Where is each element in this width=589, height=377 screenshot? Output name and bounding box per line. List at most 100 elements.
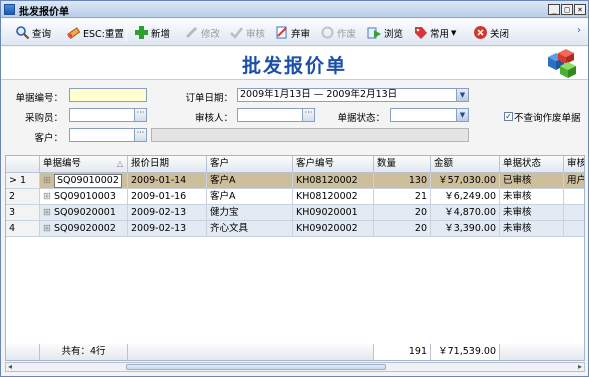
doc-no-input[interactable] (69, 88, 147, 102)
auditor-input[interactable]: ··· (237, 108, 315, 122)
void-button[interactable]: 作废 (319, 22, 356, 43)
scroll-right-arrow-icon[interactable]: ▸ (578, 362, 582, 371)
browse-button[interactable]: 浏览 (366, 22, 403, 43)
add-button[interactable]: 新增 (133, 22, 170, 43)
void-icon (319, 25, 335, 41)
customer-code-cell: KH09020001 (293, 205, 374, 221)
column-header-qty[interactable]: 数量 (374, 156, 431, 173)
buyer-input[interactable]: ··· (69, 108, 147, 122)
order-date-label: 订单日期： (185, 93, 233, 104)
table-row[interactable]: 3 ⊞ SQ09020001 2009-02-13 健力宝 KH09020001… (6, 205, 584, 221)
order-date-range-input[interactable]: 2009年1月13日 — 2009年2月13日 ▼ (237, 88, 469, 102)
auditor-lookup-button[interactable]: ··· (302, 109, 314, 121)
customer-name-display (151, 128, 469, 142)
customer-cell: 客户A (207, 189, 293, 205)
toolbar: 查询 ESC:重置 新增 修改 审核 弃审 作废 浏览 常用 ▼ 关闭 › (1, 19, 588, 46)
doc-no-cell[interactable]: ⊞ SQ09010003 (40, 189, 128, 205)
exclude-void-label: 不查询作废单据 (514, 113, 581, 124)
minimize-button[interactable]: _ (548, 4, 560, 15)
customer-lookup-button[interactable]: ··· (134, 129, 146, 141)
footer-blank (128, 344, 374, 360)
toolbar-overflow-arrow[interactable]: › (577, 25, 587, 43)
column-header-audit[interactable]: 审核 (564, 156, 584, 173)
status-cell: 未审核 (500, 189, 564, 205)
status-select[interactable]: ▼ (390, 108, 469, 122)
date-cell: 2009-02-13 (128, 221, 207, 237)
status-dropdown-button[interactable]: ▼ (456, 109, 468, 121)
quote-table: 单据编号 △ 报价日期 客户 客户编号 数量 金额 单据状态 审核 > 1 ⊞ … (5, 155, 585, 361)
checkmark-icon (228, 25, 244, 41)
pencil-icon (183, 25, 199, 41)
title-bar: 批发报价单 _ □ × (1, 1, 588, 18)
date-cell: 2009-01-14 (128, 173, 207, 189)
customer-label: 客户： (34, 133, 63, 144)
doc-no-cell[interactable]: ⊞ SQ09020001 (40, 205, 128, 221)
app-icon (4, 4, 15, 15)
common-menu-button[interactable]: 常用 ▼ (412, 22, 456, 43)
doc-no-cell[interactable]: ⊞ SQ09010002 (40, 173, 128, 189)
query-button[interactable]: 查询 (14, 22, 51, 43)
maximize-button[interactable]: □ (561, 4, 573, 15)
amount-cell: ￥6,249.00 (431, 189, 500, 205)
buyer-lookup-button[interactable]: ··· (134, 109, 146, 121)
sort-asc-icon: △ (116, 159, 123, 168)
amount-cell: ￥4,870.00 (431, 205, 500, 221)
scroll-left-arrow-icon[interactable]: ◂ (8, 362, 12, 371)
doc-no-label: 单据编号： (15, 93, 63, 104)
expand-icon[interactable]: ⊞ (43, 223, 51, 234)
status-cell: 未审核 (500, 221, 564, 237)
close-window-button[interactable]: × (574, 4, 586, 15)
scrollbar-thumb[interactable] (126, 364, 386, 370)
amount-cell: ￥3,390.00 (431, 221, 500, 237)
customer-code-cell: KH08120002 (293, 173, 374, 189)
column-header-doc-no[interactable]: 单据编号 △ (40, 156, 128, 173)
qty-cell: 130 (374, 173, 431, 189)
table-row[interactable]: > 1 ⊞ SQ09010002 2009-01-14 客户A KH081200… (6, 173, 584, 189)
toolbar-separator (126, 24, 127, 41)
expand-icon[interactable]: ⊞ (43, 207, 51, 218)
column-header-amount[interactable]: 金额 (431, 156, 500, 173)
date-dropdown-button[interactable]: ▼ (456, 89, 468, 101)
window-title: 批发报价单 (19, 7, 69, 18)
table-row[interactable]: 2 ⊞ SQ09010003 2009-01-16 客户A KH08120002… (6, 189, 584, 205)
reset-button[interactable]: ESC:重置 (65, 22, 124, 43)
date-cell: 2009-02-13 (128, 205, 207, 221)
column-header-customer-code[interactable]: 客户编号 (293, 156, 374, 173)
browse-arrow-icon (366, 25, 382, 41)
column-header-customer[interactable]: 客户 (207, 156, 293, 173)
customer-input[interactable]: ··· (69, 128, 147, 142)
column-header-date[interactable]: 报价日期 (128, 156, 207, 173)
customer-cell: 健力宝 (207, 205, 293, 221)
audit-button[interactable]: 审核 (228, 22, 265, 43)
row-count: 共有：4行 (40, 344, 128, 360)
qty-total: 191 (374, 344, 431, 360)
close-button[interactable]: 关闭 (472, 22, 509, 43)
qty-cell: 20 (374, 205, 431, 221)
magnifier-icon (14, 25, 30, 41)
horizontal-scrollbar[interactable]: ◂ ▸ (5, 362, 585, 372)
eraser-icon (65, 25, 81, 41)
amount-total: ￥71,539.00 (431, 344, 500, 360)
unaudit-button[interactable]: 弃审 (273, 22, 310, 43)
edit-button[interactable]: 修改 (183, 22, 220, 43)
window: 批发报价单 _ □ × 查询 ESC:重置 新增 修改 审核 弃审 作废 浏览 … (0, 0, 589, 377)
amount-cell: ￥57,030.00 (431, 173, 500, 189)
page-title: 批发报价单 (241, 55, 347, 77)
heading-area: 批发报价单 (1, 47, 588, 80)
table-footer-row: 共有：4行 191 ￥71,539.00 (6, 344, 584, 360)
buyer-label: 采购员： (24, 113, 63, 124)
customer-code-cell: KH09020002 (293, 221, 374, 237)
table-header-row: 单据编号 △ 报价日期 客户 客户编号 数量 金额 单据状态 审核 (6, 156, 584, 173)
expand-icon[interactable]: ⊞ (43, 191, 51, 202)
customer-cell: 齐心文具 (207, 221, 293, 237)
customer-cell: 客户A (207, 173, 293, 189)
exclude-void-checkbox[interactable]: ✓ (504, 112, 513, 121)
footer-blank (6, 344, 40, 360)
unaudit-icon (273, 25, 289, 41)
auditor-label: 审核人： (194, 113, 233, 124)
doc-no-cell[interactable]: ⊞ SQ09020002 (40, 221, 128, 237)
column-header-status[interactable]: 单据状态 (500, 156, 564, 173)
table-row[interactable]: 4 ⊞ SQ09020002 2009-02-13 齐心文具 KH0902000… (6, 221, 584, 237)
cubes-logo-icon (548, 49, 576, 78)
expand-icon[interactable]: ⊞ (43, 175, 51, 186)
